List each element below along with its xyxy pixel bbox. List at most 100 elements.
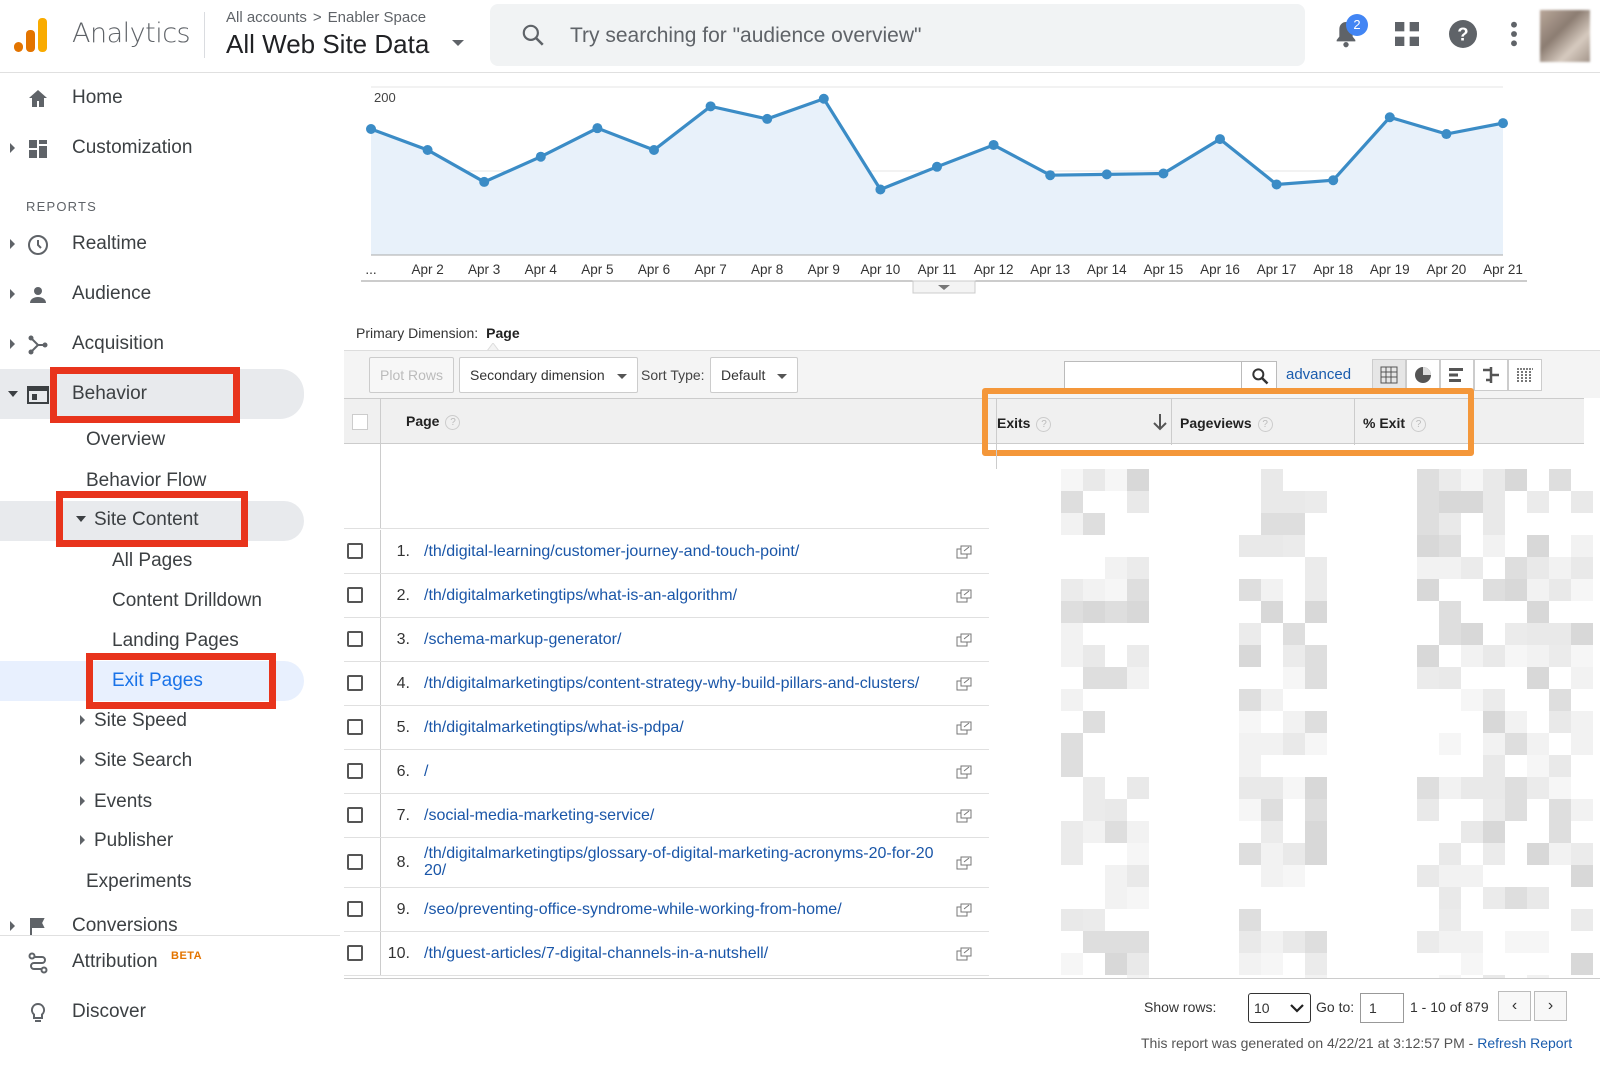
row-checkbox[interactable] xyxy=(347,945,363,961)
sidebar-item-events[interactable]: Events xyxy=(94,791,152,813)
data-view-button[interactable] xyxy=(1372,359,1406,391)
data-point[interactable] xyxy=(1215,134,1225,145)
data-point[interactable] xyxy=(366,124,376,134)
sidebar-item-acquisition[interactable]: Acquisition xyxy=(0,321,340,369)
page-link[interactable]: /th/digitalmarketingtips/what-is-an-algo… xyxy=(424,587,737,604)
secondary-dimension-dropdown[interactable]: Secondary dimension xyxy=(459,357,638,393)
data-point[interactable] xyxy=(705,101,716,112)
data-point[interactable] xyxy=(592,123,603,134)
sidebar-item-attribution[interactable]: Attribution xyxy=(0,939,340,987)
page-link[interactable]: / xyxy=(424,763,428,780)
open-external-icon[interactable] xyxy=(956,677,972,691)
select-all-checkbox[interactable] xyxy=(352,414,368,430)
page-link[interactable]: /seo/preventing-office-syndrome-while-wo… xyxy=(424,901,842,918)
data-point[interactable] xyxy=(1328,175,1339,186)
comparison-view-button[interactable] xyxy=(1474,359,1508,391)
row-checkbox[interactable] xyxy=(347,719,363,735)
sidebar-item-experiments[interactable]: Experiments xyxy=(86,871,192,893)
open-external-icon[interactable] xyxy=(956,809,972,823)
breadcrumb-account[interactable]: All accounts xyxy=(226,9,307,26)
sidebar-item-overview[interactable]: Overview xyxy=(86,429,165,451)
show-rows-select[interactable]: 10 xyxy=(1248,993,1311,1023)
sidebar-item-all-pages[interactable]: All Pages xyxy=(112,550,192,572)
page-link[interactable]: /schema-markup-generator/ xyxy=(424,631,621,648)
primary-dimension-value[interactable]: Page xyxy=(486,325,519,341)
sidebar-item-discover[interactable]: Discover xyxy=(0,989,340,1037)
goto-input[interactable]: 1 xyxy=(1360,993,1404,1023)
avatar[interactable] xyxy=(1540,10,1590,62)
page-link[interactable]: /th/guest-articles/7-digital-channels-in… xyxy=(424,945,768,962)
sidebar-item-site-speed[interactable]: Site Speed xyxy=(94,710,187,732)
sidebar-item-conversions[interactable]: Conversions xyxy=(0,903,340,935)
search-bar[interactable]: Try searching for "audience overview" xyxy=(490,4,1305,66)
pivot-view-button[interactable] xyxy=(1508,359,1542,391)
sidebar-item-content-drilldown[interactable]: Content Drilldown xyxy=(112,590,262,612)
row-checkbox[interactable] xyxy=(347,587,363,603)
open-external-icon[interactable] xyxy=(956,947,972,961)
row-checkbox[interactable] xyxy=(347,543,363,559)
row-checkbox[interactable] xyxy=(347,675,363,691)
open-external-icon[interactable] xyxy=(956,721,972,735)
open-external-icon[interactable] xyxy=(956,633,972,647)
sort-type-dropdown[interactable]: Default xyxy=(710,357,799,393)
data-point[interactable] xyxy=(1271,179,1282,190)
sidebar-item-home[interactable]: Home xyxy=(0,75,340,123)
breadcrumb-property[interactable]: Enabler Space xyxy=(328,9,426,26)
sidebar-item-audience[interactable]: Audience xyxy=(0,271,340,319)
page-link[interactable]: /th/digital-learning/customer-journey-an… xyxy=(424,543,799,560)
percentage-view-button[interactable] xyxy=(1406,359,1440,391)
exits-over-time-chart[interactable]: 200100...Apr 2Apr 3Apr 4Apr 5Apr 6Apr 7A… xyxy=(344,73,1600,313)
data-point[interactable] xyxy=(1101,169,1112,180)
data-point[interactable] xyxy=(1498,118,1508,129)
open-external-icon[interactable] xyxy=(956,903,972,917)
page-link[interactable]: /th/digitalmarketingtips/what-is-pdpa/ xyxy=(424,719,684,736)
data-point[interactable] xyxy=(1045,170,1056,181)
open-external-icon[interactable] xyxy=(956,589,972,603)
help-icon[interactable]: ? xyxy=(445,414,461,430)
analytics-logo[interactable] xyxy=(14,16,50,52)
data-point[interactable] xyxy=(818,93,829,104)
page-link[interactable]: /th/digitalmarketingtips/glossary-of-dig… xyxy=(424,845,934,879)
row-checkbox[interactable] xyxy=(347,807,363,823)
sidebar-item-site-search[interactable]: Site Search xyxy=(94,750,192,772)
data-point[interactable] xyxy=(932,161,942,172)
data-point[interactable] xyxy=(875,184,886,195)
help-icon[interactable]: ? xyxy=(1447,18,1479,50)
prev-page-button[interactable]: ‹ xyxy=(1498,991,1531,1021)
data-point[interactable] xyxy=(1441,129,1452,140)
sidebar-item-customization[interactable]: Customization xyxy=(0,125,340,173)
sidebar-item-landing-pages[interactable]: Landing Pages xyxy=(112,630,239,652)
next-page-button[interactable]: › xyxy=(1534,991,1567,1021)
data-point[interactable] xyxy=(988,139,999,150)
data-point[interactable] xyxy=(1384,112,1395,123)
open-external-icon[interactable] xyxy=(956,545,972,559)
view-selector[interactable]: All Web Site Data xyxy=(226,29,429,60)
table-filter-input[interactable] xyxy=(1064,361,1242,389)
data-point[interactable] xyxy=(1158,168,1169,179)
column-page[interactable]: Page? xyxy=(406,413,461,430)
data-point[interactable] xyxy=(422,145,433,155)
data-point[interactable] xyxy=(479,176,490,187)
sidebar-item-realtime[interactable]: Realtime xyxy=(0,221,340,269)
sidebar-item-behavior-flow[interactable]: Behavior Flow xyxy=(86,470,206,492)
table-search-button[interactable] xyxy=(1241,361,1277,389)
data-point[interactable] xyxy=(762,113,773,124)
page-link[interactable]: /social-media-marketing-service/ xyxy=(424,807,654,824)
row-checkbox[interactable] xyxy=(347,854,363,870)
row-checkbox[interactable] xyxy=(347,901,363,917)
data-point[interactable] xyxy=(649,145,659,155)
open-external-icon[interactable] xyxy=(956,765,972,779)
breadcrumb[interactable]: All accounts > Enabler Space xyxy=(226,9,426,26)
caret-down-icon[interactable] xyxy=(452,40,464,46)
open-external-icon[interactable] xyxy=(956,856,972,870)
advanced-filter-link[interactable]: advanced xyxy=(1286,366,1351,383)
data-point[interactable] xyxy=(535,151,546,162)
apps-grid-icon[interactable] xyxy=(1391,18,1423,50)
row-checkbox[interactable] xyxy=(347,631,363,647)
more-vert-icon[interactable] xyxy=(1498,18,1530,50)
sidebar-item-publisher[interactable]: Publisher xyxy=(94,830,173,852)
performance-view-button[interactable] xyxy=(1440,359,1474,391)
refresh-report-link[interactable]: Refresh Report xyxy=(1477,1035,1572,1051)
row-checkbox[interactable] xyxy=(347,763,363,779)
plot-rows-button[interactable]: Plot Rows xyxy=(369,357,455,393)
